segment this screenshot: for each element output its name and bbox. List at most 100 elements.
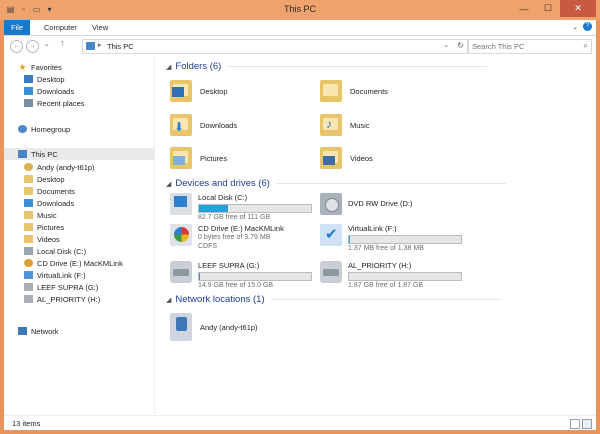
drive-usage-bar <box>198 204 312 213</box>
sidebar-item-label: Homegroup <box>31 124 71 134</box>
collapse-icon[interactable]: ◢ <box>166 180 171 188</box>
computer-icon <box>18 150 27 158</box>
sidebar-item-local-disk[interactable]: Local Disk (C:) <box>24 245 86 257</box>
windows-drive-icon <box>170 193 192 215</box>
tab-view[interactable]: View <box>86 20 114 35</box>
group-header-folders[interactable]: ◢ Folders (6) <box>166 61 488 72</box>
drive-usage-fill <box>199 205 228 212</box>
minimize-button[interactable]: — <box>512 0 536 17</box>
recent-locations-icon[interactable]: ⌄ <box>44 40 50 48</box>
folder-tile-downloads[interactable]: Downloads <box>170 111 237 139</box>
network-location-label: Andy (andy-t61p) <box>200 322 258 332</box>
sidebar-item-label: VirtualLink (F:) <box>37 270 86 280</box>
drive-tile-g[interactable]: LEEF SUPRA (G:) 14.9 GB free of 15.0 GB <box>170 261 312 291</box>
music-folder-icon <box>320 114 342 136</box>
sidebar-item-leef-supra[interactable]: LEEF SUPRA (G:) <box>24 281 98 293</box>
folder-tile-documents[interactable]: Documents <box>320 77 388 105</box>
network-icon <box>18 327 27 335</box>
drive-name: LEEF SUPRA (G:) <box>198 261 260 270</box>
sidebar-item-cd-drive[interactable]: CD Drive (E:) MacKMLink <box>24 257 123 269</box>
homegroup-icon <box>18 125 27 133</box>
sidebar-item-pc-videos[interactable]: Videos <box>24 233 60 245</box>
sidebar-item-downloads[interactable]: Downloads <box>24 85 74 97</box>
address-bar[interactable]: ▸ This PC ⌄ ↻ <box>82 39 468 54</box>
breadcrumb-separator-icon[interactable]: ▸ <box>98 41 102 49</box>
sidebar-item-favorites[interactable]: ★ Favorites <box>18 61 62 73</box>
folder-label: Documents <box>350 86 388 96</box>
cd-drive-icon <box>24 259 33 267</box>
breadcrumb[interactable]: This PC <box>107 42 134 51</box>
dvd-drive-icon <box>320 193 342 215</box>
sidebar-item-al-priority[interactable]: AL_PRIORITY (H:) <box>24 293 100 305</box>
sidebar-item-pc-pictures[interactable]: Pictures <box>24 221 64 233</box>
group-header-network[interactable]: ◢ Network locations (1) <box>166 294 501 305</box>
title-bar: ▤ ▫ ▭ ▾ This PC — ☐ ✕ <box>0 0 600 20</box>
up-button[interactable]: ↑ <box>60 38 65 48</box>
collapse-icon[interactable]: ◢ <box>166 296 171 304</box>
address-dropdown-icon[interactable]: ⌄ <box>443 41 449 49</box>
drive-tile-d[interactable]: DVD RW Drive (D:) <box>320 193 412 215</box>
status-bar: 13 items <box>4 415 596 430</box>
computer-icon <box>86 42 95 50</box>
group-header-devices[interactable]: ◢ Devices and drives (6) <box>166 178 506 189</box>
sidebar-item-label: This PC <box>31 149 58 159</box>
large-icons-view-icon[interactable] <box>582 419 592 429</box>
ribbon-expand-icon[interactable]: ⌄ <box>572 23 578 31</box>
drive-name: VirtualLink (F:) <box>348 224 397 233</box>
folder-tile-pictures[interactable]: Pictures <box>170 144 227 172</box>
back-button[interactable]: ← <box>10 40 23 53</box>
tab-file[interactable]: File <box>4 20 30 35</box>
sidebar-item-label: Videos <box>37 234 60 244</box>
group-title: Folders (6) <box>175 61 222 72</box>
desktop-icon <box>24 75 33 83</box>
sidebar-item-label: Desktop <box>37 74 65 84</box>
forward-button[interactable]: → <box>26 40 39 53</box>
sidebar-item-homegroup[interactable]: Homegroup <box>18 123 70 135</box>
drive-file-system: CDFS <box>198 243 218 250</box>
maximize-button[interactable]: ☐ <box>536 0 560 17</box>
explorer-content: File Computer View ⌄ ? ← → ⌄ ↑ ▸ This PC… <box>4 20 596 430</box>
folder-tile-desktop[interactable]: Desktop <box>170 77 228 105</box>
network-location-andy[interactable]: Andy (andy-t61p) <box>170 313 258 341</box>
details-view-icon[interactable] <box>570 419 580 429</box>
drive-free-space: 0 bytes free of 3.79 MB <box>198 234 271 241</box>
search-icon[interactable]: ⌕ <box>584 41 588 51</box>
item-count: 13 items <box>12 419 41 428</box>
sidebar-item-andy[interactable]: Andy (andy-t61p) <box>24 161 95 173</box>
close-button[interactable]: ✕ <box>560 0 596 17</box>
sidebar-item-label: Downloads <box>37 86 75 96</box>
drive-tile-f[interactable]: VirtualLink (F:) 1.37 MB free of 1.38 MB <box>320 224 462 254</box>
sidebar-item-label: Network <box>31 326 59 336</box>
sidebar-item-recent-places[interactable]: Recent places <box>24 97 85 109</box>
tab-computer[interactable]: Computer <box>38 20 83 35</box>
navigation-pane: ★ Favorites Desktop Downloads Recent plac… <box>4 57 155 414</box>
sidebar-item-desktop[interactable]: Desktop <box>24 73 65 85</box>
folder-tile-music[interactable]: Music <box>320 111 370 139</box>
downloads-icon <box>24 87 33 95</box>
drive-tile-e[interactable]: CD Drive (E:) MacKMLink 0 bytes free of … <box>170 224 284 252</box>
sidebar-item-network[interactable]: Network <box>18 325 59 337</box>
search-box[interactable]: ⌕ <box>468 39 592 54</box>
refresh-icon[interactable]: ↻ <box>457 41 464 50</box>
drive-free-space: 1.87 GB free of 1.87 GB <box>348 282 424 289</box>
sidebar-item-virtuallink[interactable]: VirtualLink (F:) <box>24 269 86 281</box>
search-input[interactable] <box>472 41 572 51</box>
sidebar-item-label: Favorites <box>31 62 62 72</box>
drive-tile-h[interactable]: AL_PRIORITY (H:) 1.87 GB free of 1.87 GB <box>320 261 462 291</box>
sidebar-item-pc-music[interactable]: Music <box>24 209 57 221</box>
sidebar-item-pc-desktop[interactable]: Desktop <box>24 173 65 185</box>
usb-drive-icon <box>170 261 192 283</box>
drive-free-space: 14.9 GB free of 15.0 GB <box>198 282 274 289</box>
drive-tile-c[interactable]: Local Disk (C:) 82.7 GB free of 111 GB <box>170 193 312 223</box>
user-icon <box>24 163 33 171</box>
collapse-icon[interactable]: ◢ <box>166 63 171 71</box>
videos-folder-icon <box>320 147 342 169</box>
folder-tile-videos[interactable]: Videos <box>320 144 373 172</box>
folder-icon <box>24 175 33 183</box>
help-icon[interactable]: ? <box>583 22 592 31</box>
folder-label: Downloads <box>200 120 238 130</box>
sidebar-item-label: Pictures <box>37 222 65 232</box>
sidebar-item-pc-downloads[interactable]: Downloads <box>24 197 74 209</box>
sidebar-item-this-pc[interactable]: This PC <box>4 148 154 160</box>
sidebar-item-pc-documents[interactable]: Documents <box>24 185 75 197</box>
